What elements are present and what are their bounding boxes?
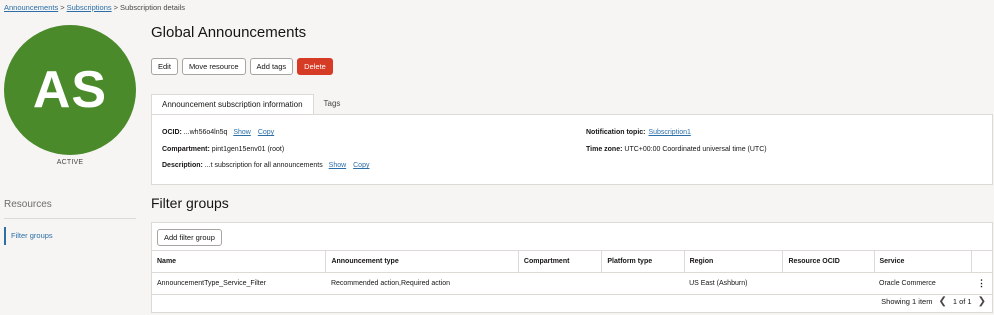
breadcrumb-announcements[interactable]: Announcements (4, 3, 58, 12)
notification-topic-row: Notification topic: Subscription1 (586, 129, 691, 136)
column-header-region[interactable]: Region (684, 250, 784, 273)
resources-divider (4, 218, 136, 219)
tab-subscription-information[interactable]: Announcement subscription information (151, 94, 314, 115)
column-header-platform-type[interactable]: Platform type (601, 250, 685, 273)
cell-resource-ocid (782, 272, 874, 295)
column-header-resource-ocid[interactable]: Resource OCID (782, 250, 875, 273)
resource-avatar: AS (4, 25, 136, 155)
table-header-row: Name Announcement type Compartment Platf… (152, 250, 992, 273)
add-filter-group-button[interactable]: Add filter group (157, 229, 222, 246)
ocid-value: ...wh56o4ln5q (183, 129, 228, 136)
timezone-label: Time zone: (586, 146, 623, 153)
description-row: Description: ...t subscription for all a… (162, 162, 369, 169)
delete-button[interactable]: Delete (297, 58, 333, 75)
cell-service: Oracle Commerce (874, 272, 972, 295)
description-copy-link[interactable]: Copy (353, 162, 369, 169)
description-label: Description: (162, 162, 203, 169)
cell-name: AnnouncementType_Service_Filter (152, 272, 326, 295)
page-title: Global Announcements (151, 24, 307, 41)
notification-topic-label: Notification topic: (586, 129, 646, 136)
column-header-compartment[interactable]: Compartment (518, 250, 603, 273)
cell-region: US East (Ashburn) (684, 272, 783, 295)
timezone-value: UTC+00:00 Coordinated universal time (UT… (624, 146, 767, 153)
table-pagination: Showing 1 item ❮ 1 of 1 ❯ (881, 296, 986, 307)
next-page-icon[interactable]: ❯ (978, 296, 986, 307)
column-header-name[interactable]: Name (152, 250, 327, 273)
lifecycle-state: ACTIVE (56, 159, 84, 166)
breadcrumb-current: Subscription details (120, 3, 186, 12)
description-value: ...t subscription for all announcements (204, 162, 323, 169)
action-toolbar: Edit Move resource Add tags Delete (151, 58, 333, 75)
edit-button[interactable]: Edit (151, 58, 178, 75)
resources-heading: Resources (4, 199, 52, 210)
column-header-actions (971, 250, 992, 273)
column-header-announcement-type[interactable]: Announcement type (325, 250, 519, 273)
tab-tags[interactable]: Tags (314, 94, 351, 115)
notification-topic-link[interactable]: Subscription1 (648, 129, 690, 136)
move-resource-button[interactable]: Move resource (181, 58, 246, 75)
previous-page-icon[interactable]: ❮ (938, 296, 946, 307)
compartment-row: Compartment: pint1gen15env01 (root) (162, 146, 284, 153)
row-actions-kebab-icon[interactable]: ⋮ (971, 272, 992, 295)
filter-groups-table-panel: Add filter group Name Announcement type … (151, 222, 993, 313)
showing-count: Showing 1 item (881, 297, 933, 306)
avatar-initials: AS (32, 61, 108, 119)
compartment-value: pint1gen15env01 (root) (211, 146, 285, 153)
breadcrumb-separator: > (60, 3, 65, 12)
ocid-copy-link[interactable]: Copy (258, 129, 274, 136)
cell-announcement-type: Recommended action,Required action (325, 272, 519, 295)
resources-item-filter-groups[interactable]: Filter groups (4, 227, 136, 245)
column-header-service[interactable]: Service (874, 250, 973, 273)
ocid-show-link[interactable]: Show (233, 129, 251, 136)
ocid-label: OCID: (162, 129, 182, 136)
timezone-row: Time zone: UTC+00:00 Coordinated univers… (586, 146, 767, 153)
filter-groups-heading: Filter groups (151, 195, 229, 211)
breadcrumb-subscriptions[interactable]: Subscriptions (67, 3, 112, 12)
breadcrumb: Announcements > Subscriptions > Subscription… (4, 3, 185, 12)
subscription-info-panel: OCID: ...wh56o4ln5q Show Copy Compartmen… (151, 114, 993, 185)
filter-groups-table: Name Announcement type Compartment Platf… (152, 250, 992, 295)
cell-platform-type (601, 272, 685, 295)
cell-compartment (518, 272, 602, 295)
breadcrumb-separator: > (113, 3, 119, 12)
page-indicator: 1 of 1 (952, 297, 972, 306)
ocid-row: OCID: ...wh56o4ln5q Show Copy (162, 129, 274, 136)
detail-tabs: Announcement subscription information Ta… (151, 94, 350, 115)
add-tags-button[interactable]: Add tags (249, 58, 294, 75)
compartment-label: Compartment: (162, 146, 210, 153)
table-row: AnnouncementType_Service_Filter Recommen… (152, 272, 992, 295)
description-show-link[interactable]: Show (329, 162, 347, 169)
